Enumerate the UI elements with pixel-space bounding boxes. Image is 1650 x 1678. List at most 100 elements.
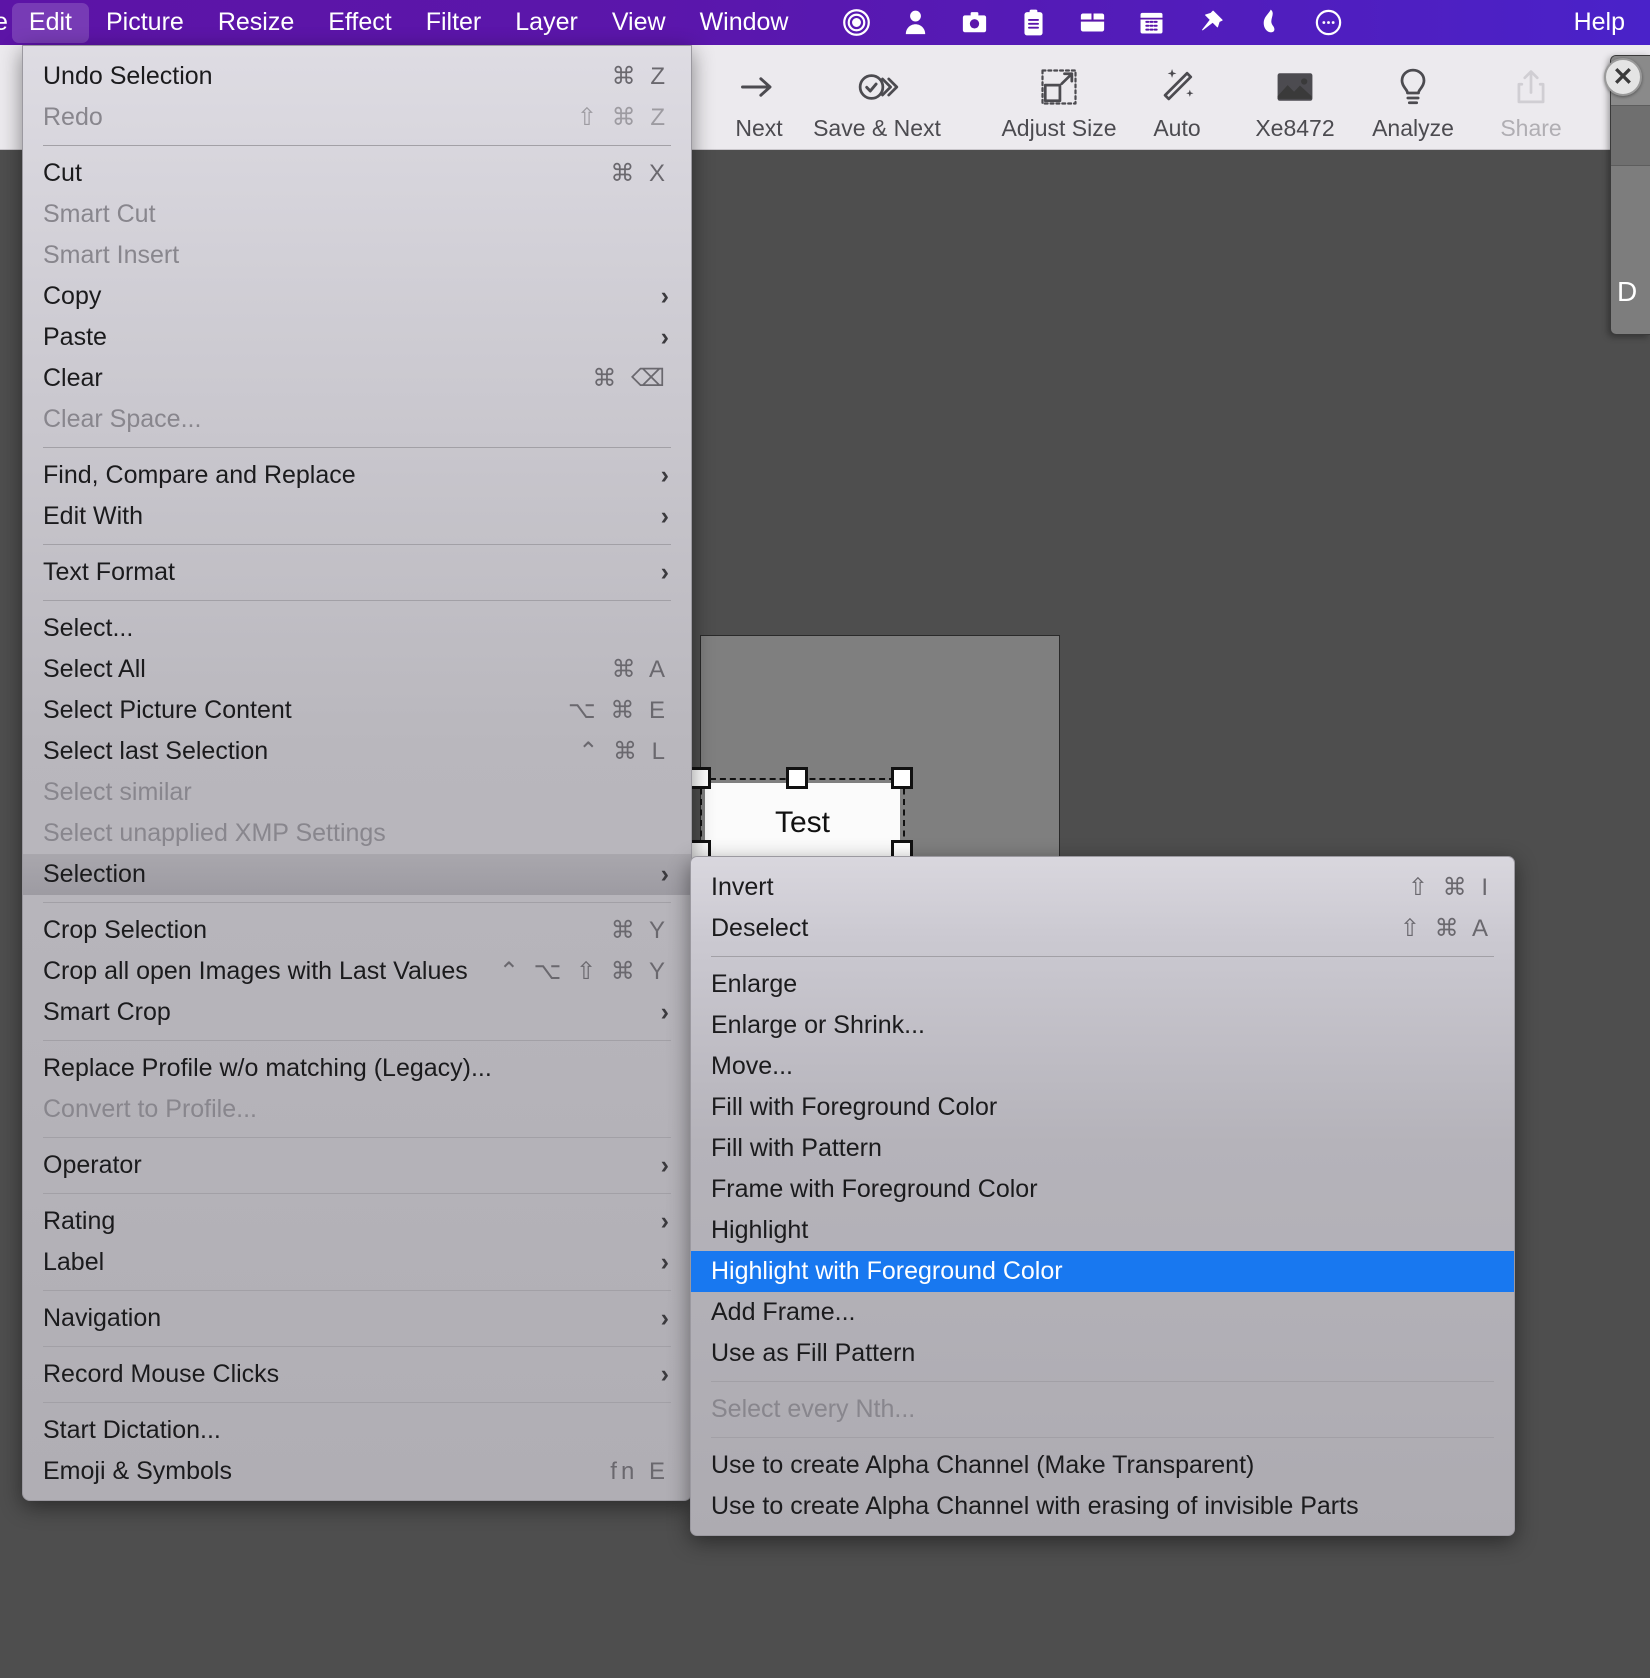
menu-item-operator[interactable]: Operator › [23,1145,691,1186]
menu-item-copy[interactable]: Copy › [23,276,691,317]
menu-item-select-picture-content[interactable]: Select Picture Content ⌥ ⌘ E [23,690,691,731]
save-next-icon [855,61,899,113]
menu-item-enlarge[interactable]: Enlarge [691,964,1514,1005]
menu-item-label[interactable]: Label › [23,1242,691,1283]
menu-bar-item-filter[interactable]: Filter [409,3,499,43]
selection-marquee[interactable] [700,778,905,868]
menu-bar-item-help[interactable]: Help [1557,3,1642,43]
menu-separator [43,145,671,146]
toolbar-button-analyze[interactable]: Analyze [1354,45,1472,150]
menu-bar-item-effect[interactable]: Effect [311,3,408,43]
person-icon[interactable] [886,7,945,38]
menu-item-fill-with-pattern[interactable]: Fill with Pattern [691,1128,1514,1169]
menu-item-label: Highlight [711,1216,809,1244]
toolbar-button-next[interactable]: Next [700,45,818,150]
menu-item-text-format[interactable]: Text Format › [23,552,691,593]
calendar-icon[interactable] [1122,7,1181,38]
menu-item-invert[interactable]: Invert ⇧ ⌘ I [691,867,1514,908]
menu-item-use-to-create-alpha-channel-make-transparent[interactable]: Use to create Alpha Channel (Make Transp… [691,1445,1514,1486]
edit-menu-dropdown[interactable]: Undo Selection ⌘ Z Redo ⇧ ⌘ Z Cut ⌘ X Smart Cu… [22,45,692,1501]
menu-item-select-every-nth: Select every Nth... [691,1389,1514,1430]
close-icon[interactable]: ✕ [1604,58,1642,96]
menu-bar-item-view[interactable]: View [595,3,683,43]
menu-bar-item-layer[interactable]: Layer [498,3,595,43]
menu-item-highlight[interactable]: Highlight [691,1210,1514,1251]
menu-item-use-to-create-alpha-channel-with-erasing-of-invisible-parts[interactable]: Use to create Alpha Channel with erasing… [691,1486,1514,1527]
menu-item-fill-with-foreground-color[interactable]: Fill with Foreground Color [691,1087,1514,1128]
toolbar-button-auto[interactable]: Auto [1118,45,1236,150]
target-icon[interactable] [827,7,886,38]
chevron-right-icon: › [660,860,669,888]
menu-item-navigation[interactable]: Navigation › [23,1298,691,1339]
selection-handle-top-right[interactable] [891,767,913,789]
menu-bar-item-edit[interactable]: Edit [11,2,89,43]
chevron-right-icon: › [660,1151,669,1179]
camera-icon[interactable] [945,7,1004,38]
menu-bar-item-window[interactable]: Window [683,3,806,43]
menu-item-shortcut: ⇧ ⌘ A [1399,915,1492,942]
menu-item-select-last-selection[interactable]: Select last Selection ⌃ ⌘ L [23,731,691,772]
menu-item-label: Select similar [43,778,192,806]
menu-item-record-mouse-clicks[interactable]: Record Mouse Clicks › [23,1354,691,1395]
selection-submenu-dropdown[interactable]: Invert ⇧ ⌘ I Deselect ⇧ ⌘ A Enlarge Enlarge o… [690,856,1515,1536]
menu-item-frame-with-foreground-color[interactable]: Frame with Foreground Color [691,1169,1514,1210]
menu-item-crop-selection[interactable]: Crop Selection ⌘ Y [23,910,691,951]
menu-item-select[interactable]: Select... [23,608,691,649]
menu-bar-item-resize[interactable]: Resize [201,3,311,43]
menu-item-undo-selection[interactable]: Undo Selection ⌘ Z [23,56,691,97]
menu-item-edit-with[interactable]: Edit With › [23,496,691,537]
menu-item-emoji-symbols[interactable]: Emoji & Symbols fn E [23,1451,691,1492]
menu-item-cut[interactable]: Cut ⌘ X [23,153,691,194]
side-panel[interactable]: D [1610,55,1650,335]
menu-item-enlarge-or-shrink[interactable]: Enlarge or Shrink... [691,1005,1514,1046]
toolbar-group-left: Next Save & Next [700,45,941,150]
menu-item-smart-crop[interactable]: Smart Crop › [23,992,691,1033]
menu-item-shortcut: ⌥ ⌘ E [568,697,669,724]
menu-item-highlight-with-foreground-color[interactable]: Highlight with Foreground Color [691,1251,1514,1292]
menu-separator [43,1346,671,1347]
ellipsis-circle-icon[interactable] [1299,7,1358,38]
menu-item-find-compare-and-replace[interactable]: Find, Compare and Replace › [23,455,691,496]
menu-bar-item-e[interactable]: e [0,3,12,43]
share-icon [1509,61,1553,113]
menu-item-label: Select unapplied XMP Settings [43,819,386,847]
clipboard-icon[interactable] [1004,7,1063,38]
menu-item-crop-all-open-images-with-last-values[interactable]: Crop all open Images with Last Values ⌃ ⌥… [23,951,691,992]
menu-item-select-all[interactable]: Select All ⌘ A [23,649,691,690]
menu-item-paste[interactable]: Paste › [23,317,691,358]
menu-item-move[interactable]: Move... [691,1046,1514,1087]
pin-icon[interactable] [1181,7,1240,38]
menu-item-rating[interactable]: Rating › [23,1201,691,1242]
menu-item-selection[interactable]: Selection › [23,854,691,895]
menu-item-deselect[interactable]: Deselect ⇧ ⌘ A [691,908,1514,949]
menu-item-start-dictation[interactable]: Start Dictation... [23,1410,691,1451]
menu-item-use-as-fill-pattern[interactable]: Use as Fill Pattern [691,1333,1514,1374]
box-icon[interactable] [1063,7,1122,38]
menu-item-convert-to-profile: Convert to Profile... [23,1089,691,1130]
chevron-right-icon: › [660,502,669,530]
menu-item-label: Crop Selection [43,916,207,944]
menu-bar-item-picture[interactable]: Picture [89,3,201,43]
toolbar-button-label: Adjust Size [1001,115,1117,141]
menu-item-label: Cut [43,159,82,187]
menu-item-add-frame[interactable]: Add Frame... [691,1292,1514,1333]
chevron-right-icon: › [660,1248,669,1276]
toolbar-button-xe8472[interactable]: Xe8472 [1236,45,1354,150]
chevron-right-icon: › [660,282,669,310]
menu-separator [43,600,671,601]
menu-item-redo: Redo ⇧ ⌘ Z [23,97,691,138]
menu-item-label: Smart Crop [43,998,171,1026]
toolbar-button-adjust-size[interactable]: Adjust Size [1000,45,1118,150]
menu-item-shortcut: ⌘ Y [610,917,669,944]
menu-item-label: Rating [43,1207,116,1235]
selection-handle-top-left[interactable] [689,767,711,789]
menu-item-clear[interactable]: Clear ⌘ ⌫ [23,358,691,399]
menu-item-label: Redo [43,103,103,131]
flame-icon[interactable] [1240,7,1299,38]
menu-bar-icons [827,7,1358,38]
menu-item-label: Use to create Alpha Channel with erasing… [711,1492,1359,1520]
selection-handle-top-center[interactable] [786,767,808,789]
menu-item-replace-profile-w-o-matching-legacy[interactable]: Replace Profile w/o matching (Legacy)... [23,1048,691,1089]
menu-item-label: Operator [43,1151,142,1179]
toolbar-button-save-next[interactable]: Save & Next [813,45,941,150]
